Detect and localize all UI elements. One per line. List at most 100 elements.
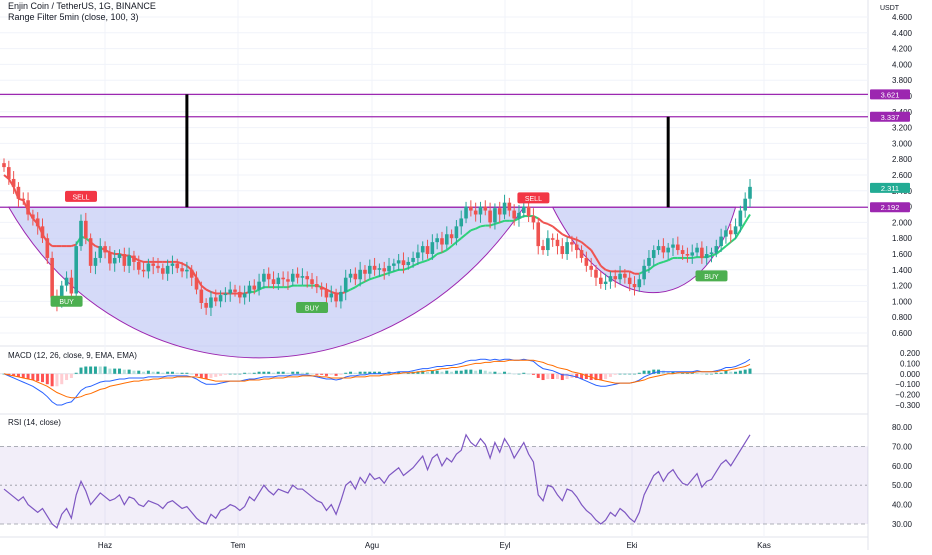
candle-body: [618, 273, 622, 280]
macd-histogram-bar: [146, 370, 150, 374]
candle-body: [329, 293, 334, 298]
macd-histogram-bar: [522, 372, 526, 374]
rsi-tick-label: 50.00: [892, 481, 913, 490]
candle-body: [676, 244, 680, 251]
time-tick-label: Agu: [365, 541, 379, 550]
macd-histogram-bar: [50, 373, 54, 387]
candle-body: [574, 244, 579, 251]
candle-body: [88, 238, 93, 266]
candle-body: [613, 276, 618, 280]
candle-body: [416, 252, 420, 258]
price-tick-label: 2.000: [892, 218, 913, 227]
macd-histogram-bar: [281, 371, 285, 374]
macd-histogram-bar: [127, 369, 131, 374]
candle-body: [488, 210, 492, 223]
rsi-tick-label: 80.00: [892, 423, 913, 432]
price-tick-label: 4.400: [892, 29, 913, 38]
macd-histogram-bar: [748, 368, 752, 374]
macd-histogram-bar: [228, 373, 232, 375]
macd-tick-label: −0.100: [895, 380, 920, 389]
candle-body: [271, 279, 276, 285]
rsi-tick-label: 70.00: [892, 442, 913, 451]
level-price-label: 3.337: [881, 113, 900, 122]
candle-body: [310, 279, 314, 285]
macd-histogram-bar: [324, 373, 328, 376]
macd-histogram-bar: [474, 370, 478, 374]
macd-histogram-bar: [344, 372, 348, 374]
candle-body: [204, 302, 208, 308]
macd-histogram-bar: [137, 370, 141, 374]
candle-body: [550, 238, 555, 240]
macd-histogram-bar: [623, 373, 627, 375]
candle-body: [276, 277, 281, 285]
candle-body: [440, 238, 444, 245]
candle-body: [666, 247, 670, 253]
signal-label: BUY: [305, 306, 320, 313]
candle-body: [358, 269, 362, 280]
candle-body: [738, 210, 743, 227]
candle-body: [531, 216, 536, 223]
candle-body: [541, 246, 545, 251]
candle-body: [247, 285, 252, 294]
candle-body: [343, 277, 348, 292]
macd-histogram-bar: [122, 369, 126, 374]
macd-histogram-bar: [214, 373, 218, 377]
candle-body: [117, 254, 122, 258]
candle-body: [748, 186, 752, 199]
macd-histogram-bar: [469, 369, 473, 374]
macd-histogram-bar: [156, 371, 160, 374]
candle-body: [180, 268, 184, 272]
candle-body: [546, 238, 550, 251]
macd-histogram-bar: [286, 372, 290, 374]
signal-label: BUY: [59, 299, 74, 306]
candle-body: [2, 163, 6, 168]
price-tick-label: 2.800: [892, 155, 913, 164]
price-tick-label: 4.000: [892, 60, 913, 69]
rsi-title: RSI (14, close): [8, 418, 61, 427]
candle-body: [98, 246, 103, 258]
candle-body: [637, 279, 642, 288]
macd-histogram-bar: [272, 372, 276, 374]
candle-body: [286, 279, 290, 282]
macd-histogram-bar: [339, 373, 343, 375]
candle-body: [579, 250, 584, 258]
rsi-tick-label: 40.00: [892, 501, 913, 510]
macd-histogram-bar: [628, 373, 632, 375]
macd-histogram-bar: [743, 369, 747, 374]
price-tick-label: 0.600: [892, 329, 913, 338]
candle-body: [141, 269, 146, 272]
candle-body: [257, 281, 261, 290]
macd-histogram-bar: [74, 372, 78, 374]
candle-body: [228, 289, 233, 294]
candle-body: [459, 218, 464, 227]
macd-histogram-bar: [637, 372, 641, 374]
candle-body: [103, 246, 107, 253]
macd-histogram-bar: [618, 373, 622, 375]
candle-body: [406, 261, 411, 266]
candle-body: [502, 202, 507, 215]
macd-tick-label: 0.000: [900, 370, 921, 379]
candle-body: [382, 268, 387, 272]
macd-histogram-bar: [252, 372, 256, 374]
candle-body: [146, 263, 151, 272]
macd-histogram-bar: [551, 373, 555, 379]
range-filter-segment: [480, 224, 486, 228]
candle-body: [594, 269, 598, 278]
macd-histogram-bar: [276, 371, 280, 374]
candle-body: [21, 198, 26, 201]
rsi-tick-label: 30.00: [892, 520, 913, 529]
macd-histogram-bar: [142, 371, 146, 374]
macd-histogram-bar: [31, 373, 35, 381]
macd-histogram-bar: [709, 373, 713, 375]
macd-histogram-bar: [113, 368, 117, 374]
macd-histogram-bar: [118, 368, 122, 374]
macd-histogram-bar: [358, 371, 362, 374]
macd-histogram-bar: [493, 371, 497, 374]
candle-body: [334, 293, 338, 302]
macd-histogram-bar: [243, 372, 247, 374]
candle-body: [497, 208, 502, 215]
candle-body: [252, 285, 257, 290]
candle-body: [108, 252, 112, 264]
candle-body: [444, 234, 449, 245]
candle-body: [26, 200, 30, 215]
